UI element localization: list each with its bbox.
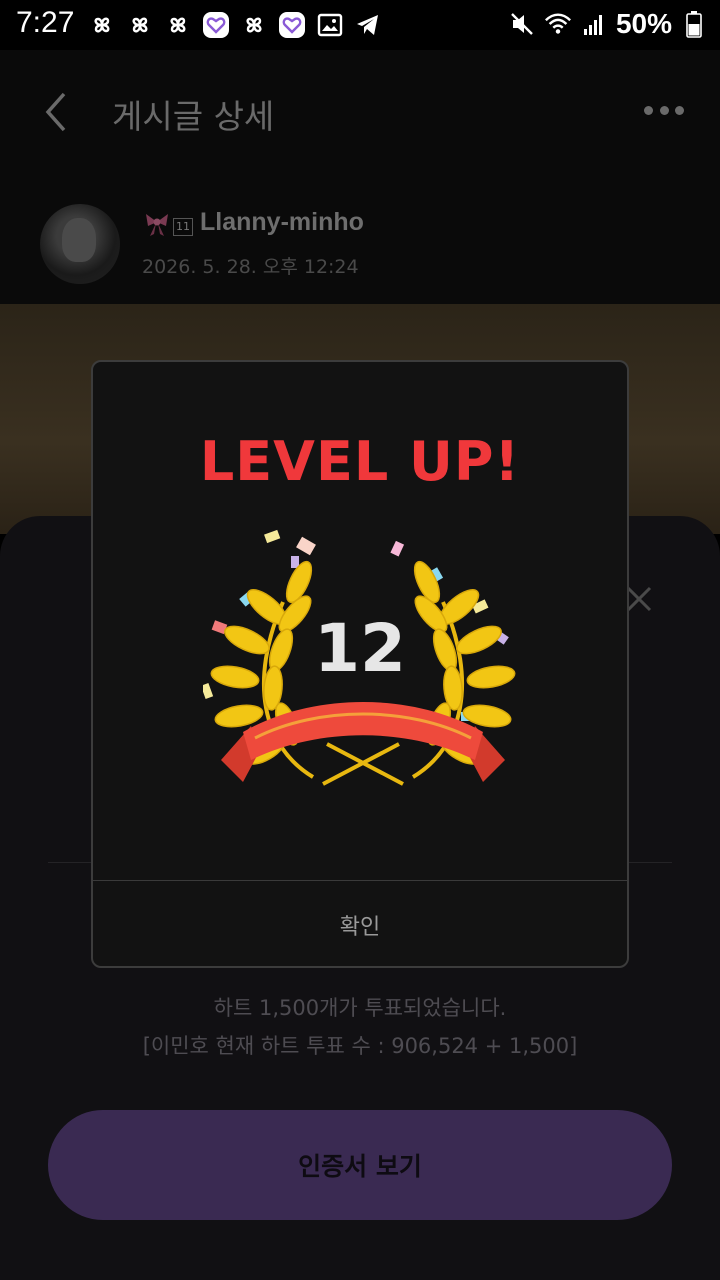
pinwheel-icon [240, 11, 268, 39]
dialog-title: LEVEL UP! [199, 430, 521, 493]
confirm-button[interactable]: 확인 [93, 881, 627, 966]
pinwheel-icon [126, 11, 154, 39]
signal-icon [580, 10, 608, 38]
system-icons: 50% [508, 8, 708, 40]
battery-percent: 50% [615, 8, 672, 39]
level-number: 12 [314, 610, 406, 687]
status-time: 7:27 [16, 6, 75, 39]
mute-icon [508, 10, 536, 38]
back-button[interactable] [38, 90, 78, 134]
view-certificate-button[interactable]: 인증서 보기 [48, 1110, 672, 1220]
ribbon-badge-icon [142, 210, 172, 238]
level-up-dialog: LEVEL UP! 12 확인 [91, 360, 629, 968]
notification-icons [88, 10, 382, 40]
vote-count-message: [이민호 현재 하트 투표 수 : 906,524 + 1,500] [142, 1034, 578, 1058]
heart-app-icon [202, 11, 230, 39]
author-name[interactable]: Llanny-minho [200, 208, 364, 237]
post-author: 11 Llanny-minho 2026. 5. 28. 오후 12:24 [0, 170, 720, 304]
app-header: 게시글 상세 [0, 50, 720, 170]
page-title: 게시글 상세 [112, 97, 275, 136]
gallery-icon [316, 11, 344, 39]
more-options-button[interactable] [644, 106, 684, 118]
vote-message: 하트 1,500개가 투표되었습니다. [213, 996, 507, 1020]
heart-app-icon [278, 11, 306, 39]
user-level-chip: 11 [173, 218, 193, 236]
pinwheel-icon [88, 11, 116, 39]
chevron-left-icon [45, 92, 66, 132]
avatar[interactable] [40, 204, 120, 284]
more-dots-icon [644, 106, 653, 115]
post-date: 2026. 5. 28. 오후 12:24 [142, 256, 359, 278]
pinwheel-icon [164, 11, 192, 39]
status-bar: 7:27 50% [0, 0, 720, 50]
battery-icon [680, 10, 708, 38]
wifi-icon [544, 10, 572, 38]
telegram-icon [354, 11, 382, 39]
